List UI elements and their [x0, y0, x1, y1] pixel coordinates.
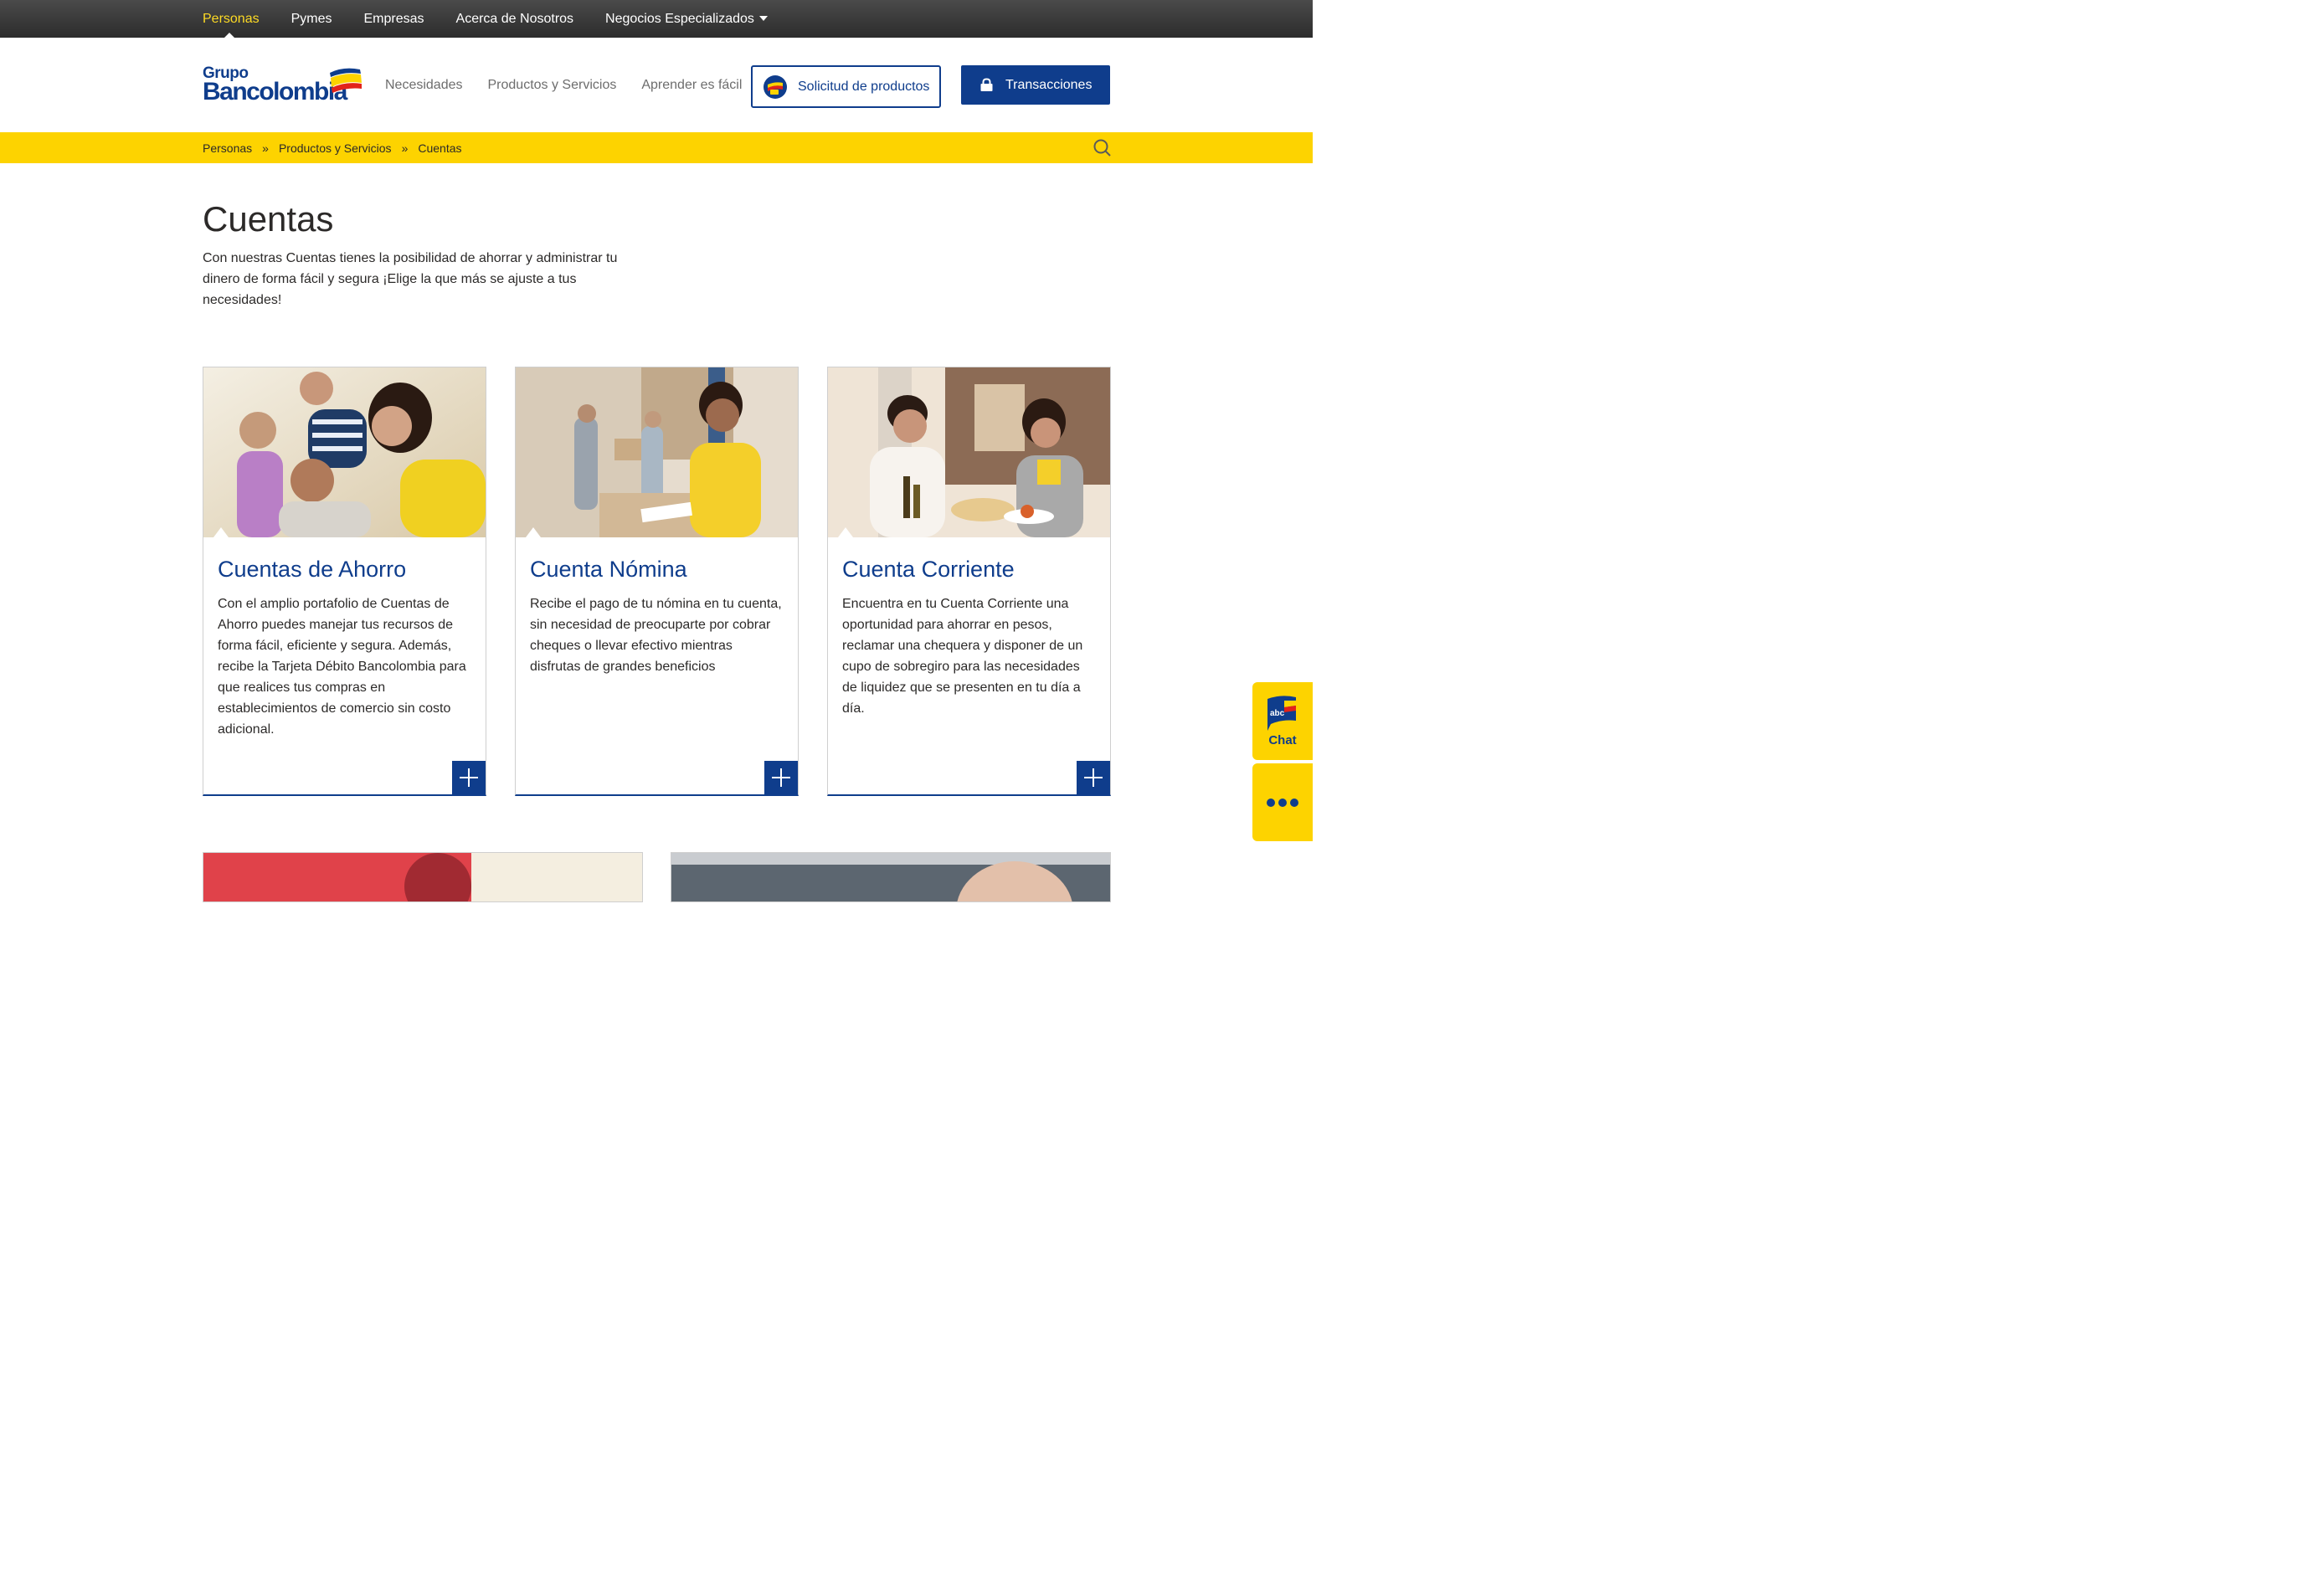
- card-bottom-left[interactable]: [203, 852, 643, 902]
- breadcrumb-personas[interactable]: Personas: [203, 141, 252, 155]
- card-description: Encuentra en tu Cuenta Corriente una opo…: [842, 597, 1083, 716]
- breadcrumb-separator: »: [262, 141, 269, 155]
- breadcrumb-cuentas: Cuentas: [418, 141, 462, 155]
- chat-label: Chat: [1268, 733, 1297, 747]
- logo-brand-text: Bancolombia: [203, 78, 347, 105]
- top-navigation-bar: Personas Pymes Empresas Acerca de Nosotr…: [0, 0, 1313, 38]
- breadcrumb-separator: »: [401, 141, 409, 155]
- nav-necesidades[interactable]: Necesidades: [385, 78, 463, 93]
- family-photo: [203, 367, 486, 537]
- expand-plus-button[interactable]: [1077, 761, 1110, 794]
- card-cuenta-nomina[interactable]: Cuenta Nómina Recibe el pago de tu nómin…: [515, 367, 799, 796]
- breadcrumb-productos-servicios[interactable]: Productos y Servicios: [279, 141, 392, 155]
- main-header: Grupo Bancolombia Necesidades Productos …: [0, 38, 1313, 132]
- nav-personas[interactable]: Personas: [203, 12, 260, 27]
- page-intro: Con nuestras Cuentas tienes la posibilid…: [203, 251, 618, 307]
- segment-nav: Personas Pymes Empresas Acerca de Nosotr…: [203, 0, 768, 38]
- nav-productos-servicios[interactable]: Productos y Servicios: [488, 78, 617, 93]
- card-cuentas-ahorro[interactable]: Cuentas de Ahorro Con el amplio portafol…: [203, 367, 486, 796]
- solicitud-productos-label: Solicitud de productos: [798, 79, 930, 94]
- card-bottom-left-photo: [203, 853, 642, 901]
- products-request-icon: [764, 74, 787, 99]
- nav-acerca[interactable]: Acerca de Nosotros: [456, 12, 574, 27]
- transacciones-button[interactable]: Transacciones: [961, 65, 1110, 105]
- chat-bubble-icon: abc: [1267, 696, 1296, 731]
- caret-down-icon: [758, 16, 768, 22]
- nav-empresas[interactable]: Empresas: [364, 12, 424, 27]
- chat-widget-button[interactable]: abc Chat: [1252, 682, 1313, 760]
- breadcrumb-bar: Personas » Productos y Servicios » Cuent…: [0, 132, 1313, 163]
- image-notch: [838, 527, 853, 537]
- main-nav: Necesidades Productos y Servicios Aprend…: [385, 38, 742, 132]
- nav-negocios-especializados[interactable]: Negocios Especializados: [605, 12, 768, 27]
- page-title: Cuentas: [203, 199, 334, 239]
- logo-flag-icon: [330, 68, 362, 93]
- card-title[interactable]: Cuentas de Ahorro: [218, 557, 406, 583]
- image-notch: [526, 527, 541, 537]
- chat-badge-text: abc: [1270, 709, 1285, 718]
- restaurant-couple-photo: [828, 367, 1110, 537]
- nav-pymes[interactable]: Pymes: [291, 12, 332, 27]
- card-title[interactable]: Cuenta Nómina: [530, 557, 687, 583]
- more-options-button[interactable]: [1252, 763, 1313, 841]
- expand-plus-button[interactable]: [452, 761, 486, 794]
- warehouse-worker-photo: [516, 367, 798, 537]
- card-description: Recibe el pago de tu nómina en tu cuenta…: [530, 597, 782, 674]
- nav-aprender-es-facil[interactable]: Aprender es fácil: [641, 78, 742, 93]
- card-description: Con el amplio portafolio de Cuentas de A…: [218, 597, 466, 737]
- image-notch: [213, 527, 229, 537]
- bancolombia-logo[interactable]: Grupo Bancolombia: [203, 64, 362, 106]
- nav-negocios-label: Negocios Especializados: [605, 11, 754, 26]
- solicitud-productos-button[interactable]: Solicitud de productos: [751, 65, 941, 108]
- card-bottom-right-photo: [671, 853, 1110, 901]
- search-icon[interactable]: [1093, 138, 1112, 157]
- card-bottom-right[interactable]: [671, 852, 1111, 902]
- lock-icon: [980, 78, 993, 91]
- card-cuenta-corriente[interactable]: Cuenta Corriente Encuentra en tu Cuenta …: [827, 367, 1111, 796]
- ellipsis-icon: [1267, 799, 1298, 807]
- expand-plus-button[interactable]: [764, 761, 798, 794]
- breadcrumb: Personas » Productos y Servicios » Cuent…: [203, 132, 462, 163]
- transacciones-label: Transacciones: [1005, 77, 1093, 92]
- card-title[interactable]: Cuenta Corriente: [842, 557, 1015, 583]
